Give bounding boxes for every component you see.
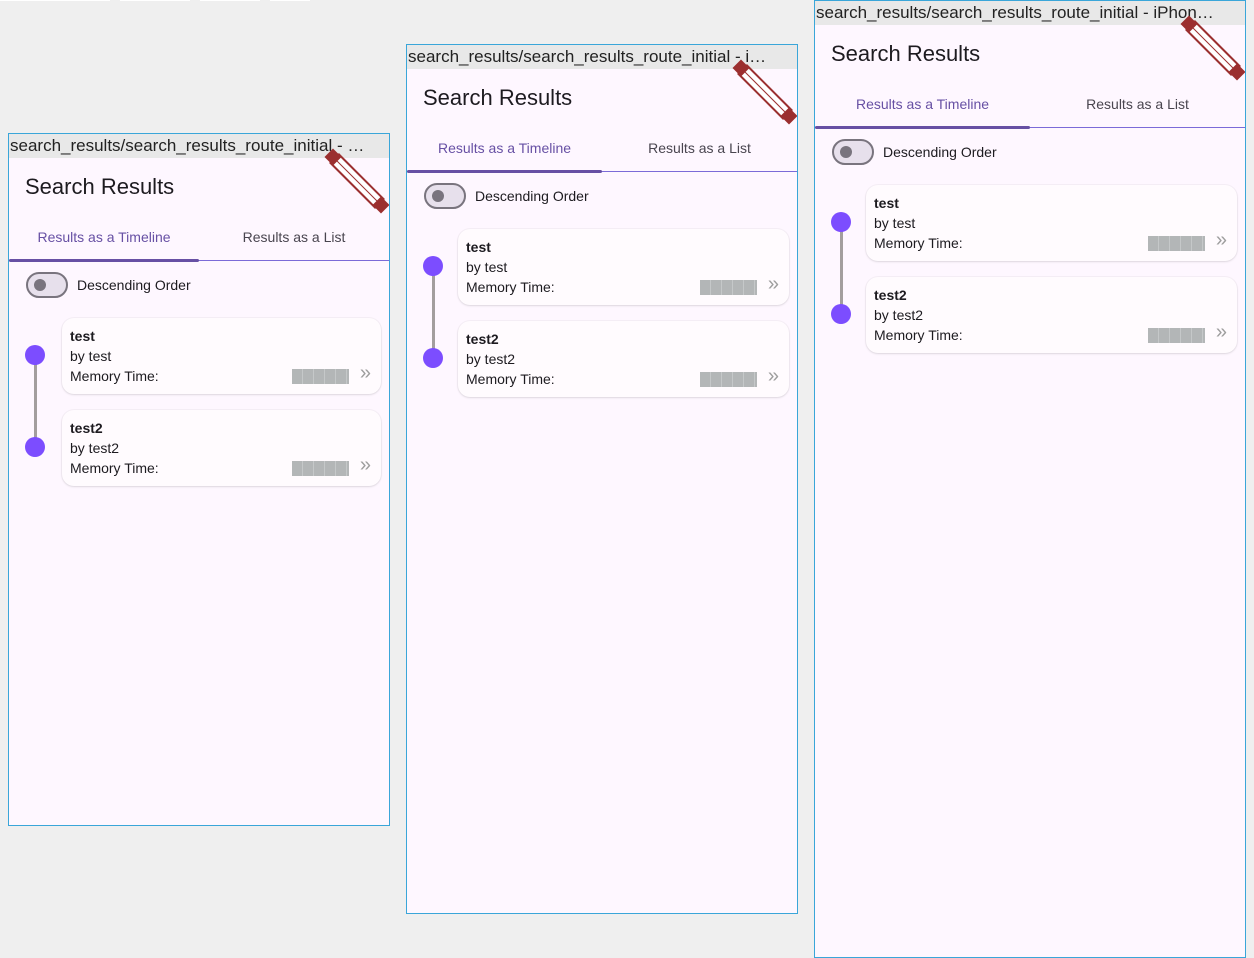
timeline-connector (432, 266, 435, 358)
result-title: test (466, 239, 491, 255)
tab-timeline[interactable]: Results as a Timeline (407, 131, 602, 171)
tab-timeline[interactable]: Results as a Timeline (815, 87, 1030, 127)
tab-timeline[interactable]: Results as a Timeline (9, 220, 199, 260)
double-chevron-right-icon[interactable]: » (768, 366, 779, 386)
switch-knob (34, 279, 46, 291)
result-title: test2 (70, 420, 103, 436)
device-frame-2: search_results/search_results_route_init… (406, 44, 798, 914)
page-title: Search Results (423, 85, 573, 110)
top-strip (0, 0, 110, 1)
timeline-dot (25, 345, 45, 365)
tab-bar: Results as a Timeline Results as a List (9, 220, 389, 262)
result-author: by test (874, 215, 916, 231)
memory-time-placeholder (700, 280, 757, 295)
memory-time-label: Memory Time: (466, 371, 555, 387)
timeline-dot (831, 304, 851, 324)
descending-order-toggle[interactable] (832, 139, 874, 165)
tab-list[interactable]: Results as a List (199, 220, 389, 260)
double-chevron-right-icon[interactable]: » (1216, 322, 1227, 342)
result-title: test2 (874, 287, 907, 303)
page-title: Search Results (831, 41, 981, 66)
debug-banner-icon (732, 59, 797, 125)
descending-order-row: Descending Order (424, 183, 724, 211)
timeline-connector (840, 222, 843, 314)
result-author: by test (466, 259, 508, 275)
timeline-dot (423, 256, 443, 276)
top-strip (270, 0, 310, 1)
tab-list[interactable]: Results as a List (1030, 87, 1245, 127)
result-card[interactable]: test2 by test2 Memory Time: » (866, 277, 1237, 353)
descending-order-label: Descending Order (77, 277, 191, 293)
result-title: test (70, 328, 95, 344)
result-author: by test2 (466, 351, 516, 367)
debug-banner-icon (324, 148, 389, 214)
memory-time-placeholder (1148, 236, 1205, 251)
memory-time-label: Memory Time: (466, 279, 555, 295)
result-card[interactable]: test2 by test2 Memory Time: » (458, 321, 789, 397)
timeline-dot (831, 212, 851, 232)
result-card[interactable]: test by test Memory Time: » (62, 318, 381, 394)
result-card[interactable]: test by test Memory Time: » (866, 185, 1237, 261)
memory-time-placeholder (1148, 328, 1205, 343)
descending-order-toggle[interactable] (26, 272, 68, 298)
switch-knob (840, 146, 852, 158)
memory-time-label: Memory Time: (874, 235, 963, 251)
descending-order-label: Descending Order (883, 144, 997, 160)
memory-time-placeholder (292, 369, 349, 384)
memory-time-label: Memory Time: (70, 460, 159, 476)
double-chevron-right-icon[interactable]: » (768, 274, 779, 294)
timeline-dot (423, 348, 443, 368)
result-title: test2 (466, 331, 499, 347)
memory-time-placeholder (700, 372, 757, 387)
tab-bar: Results as a Timeline Results as a List (407, 131, 797, 173)
result-author: by test2 (70, 440, 120, 456)
timeline-connector (34, 355, 37, 447)
result-title: test (874, 195, 899, 211)
descending-order-row: Descending Order (26, 272, 326, 300)
switch-knob (432, 190, 444, 202)
result-card[interactable]: test2 by test2 Memory Time: » (62, 410, 381, 486)
tab-bar: Results as a Timeline Results as a List (815, 87, 1245, 129)
device-frame-3: search_results/search_results_route_init… (814, 0, 1246, 958)
descending-order-row: Descending Order (832, 139, 1132, 167)
tab-indicator (815, 126, 1030, 129)
tab-indicator (407, 170, 602, 173)
debug-banner-icon (1180, 15, 1245, 81)
memory-time-placeholder (292, 461, 349, 476)
descending-order-label: Descending Order (475, 188, 589, 204)
page-title: Search Results (25, 174, 175, 199)
descending-order-toggle[interactable] (424, 183, 466, 209)
top-strip (200, 0, 260, 1)
memory-time-label: Memory Time: (70, 368, 159, 384)
device-frame-1: search_results/search_results_route_init… (8, 133, 390, 826)
top-strip (120, 0, 190, 1)
result-author: by test (70, 348, 112, 364)
double-chevron-right-icon[interactable]: » (1216, 230, 1227, 250)
double-chevron-right-icon[interactable]: » (360, 363, 371, 383)
tab-indicator (9, 259, 199, 262)
double-chevron-right-icon[interactable]: » (360, 455, 371, 475)
timeline-dot (25, 437, 45, 457)
result-card[interactable]: test by test Memory Time: » (458, 229, 789, 305)
tab-list[interactable]: Results as a List (602, 131, 797, 171)
memory-time-label: Memory Time: (874, 327, 963, 343)
result-author: by test2 (874, 307, 924, 323)
